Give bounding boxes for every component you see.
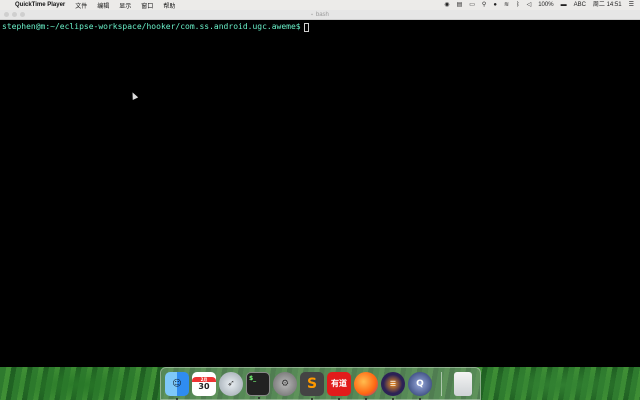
menu-file[interactable]: 文件 (75, 1, 87, 10)
bluetooth-icon[interactable]: ᛒ (516, 0, 520, 10)
clipboard-icon[interactable]: ▤ (457, 0, 463, 10)
terminal-window[interactable]: ▪ bash stephen@m:~/eclipse-workspace/hoo… (0, 10, 640, 367)
quicktime-icon[interactable]: Q (408, 371, 432, 400)
dock: ☺ 2月 30 ➶ $_ ⚙ S 有道 ☰ Q (160, 367, 481, 400)
shell-prompt: stephen@m:~/eclipse-workspace/hooker/com… (2, 22, 301, 31)
dock-separator (441, 371, 442, 396)
youdao-icon[interactable]: 有道 (327, 371, 351, 400)
status-area: ◉ ▤ ▭ ⚲ ● ≋ ᛒ ◁ 100% ▬ ABC 周二 14:51 ☰ (444, 0, 634, 10)
record-icon[interactable]: ◉ (444, 0, 449, 10)
terminal-content[interactable]: stephen@m:~/eclipse-workspace/hooker/com… (0, 20, 640, 34)
calendar-day: 30 (198, 381, 210, 391)
trash-icon[interactable] (454, 371, 472, 396)
spotlight-icon[interactable]: ⚲ (482, 0, 486, 10)
terminal-title: bash (315, 11, 329, 18)
terminal-icon[interactable]: $_ (246, 371, 270, 399)
system-preferences-icon[interactable]: ⚙ (273, 371, 297, 396)
finder-icon[interactable]: ☺ (165, 371, 189, 400)
input-source[interactable]: ABC (574, 0, 586, 10)
close-button[interactable] (4, 12, 9, 17)
firefox-icon[interactable] (354, 371, 378, 400)
volume-icon[interactable]: ◁ (527, 0, 532, 10)
menu-edit[interactable]: 编辑 (97, 1, 109, 10)
window-controls (4, 12, 25, 17)
menu-app-name[interactable]: QuickTime Player (15, 2, 65, 8)
notification-center-icon[interactable]: ☰ (629, 0, 634, 10)
sublime-text-icon[interactable]: S (300, 371, 324, 400)
menu-window[interactable]: 窗口 (141, 1, 153, 10)
eclipse-icon[interactable]: ☰ (381, 371, 405, 400)
display-icon[interactable]: ▭ (469, 0, 475, 10)
terminal-titlebar[interactable]: ▪ bash (0, 10, 640, 20)
menu-view[interactable]: 显示 (119, 1, 131, 10)
wifi-icon[interactable]: ≋ (504, 0, 509, 10)
zoom-button[interactable] (20, 12, 25, 17)
clock[interactable]: 周二 14:51 (593, 0, 622, 10)
battery-icon[interactable]: ▬ (561, 0, 567, 10)
battery-text[interactable]: 100% (538, 0, 553, 10)
text-cursor (303, 22, 309, 32)
calendar-icon[interactable]: 2月 30 (192, 371, 216, 396)
user-icon[interactable]: ● (493, 0, 497, 10)
menu-help[interactable]: 帮助 (163, 1, 175, 10)
folder-icon: ▪ (311, 11, 313, 18)
menu-bar: QuickTime Player 文件 编辑 显示 窗口 帮助 ◉ ▤ ▭ ⚲ … (0, 0, 640, 10)
minimize-button[interactable] (12, 12, 17, 17)
launchpad-icon[interactable]: ➶ (219, 371, 243, 396)
